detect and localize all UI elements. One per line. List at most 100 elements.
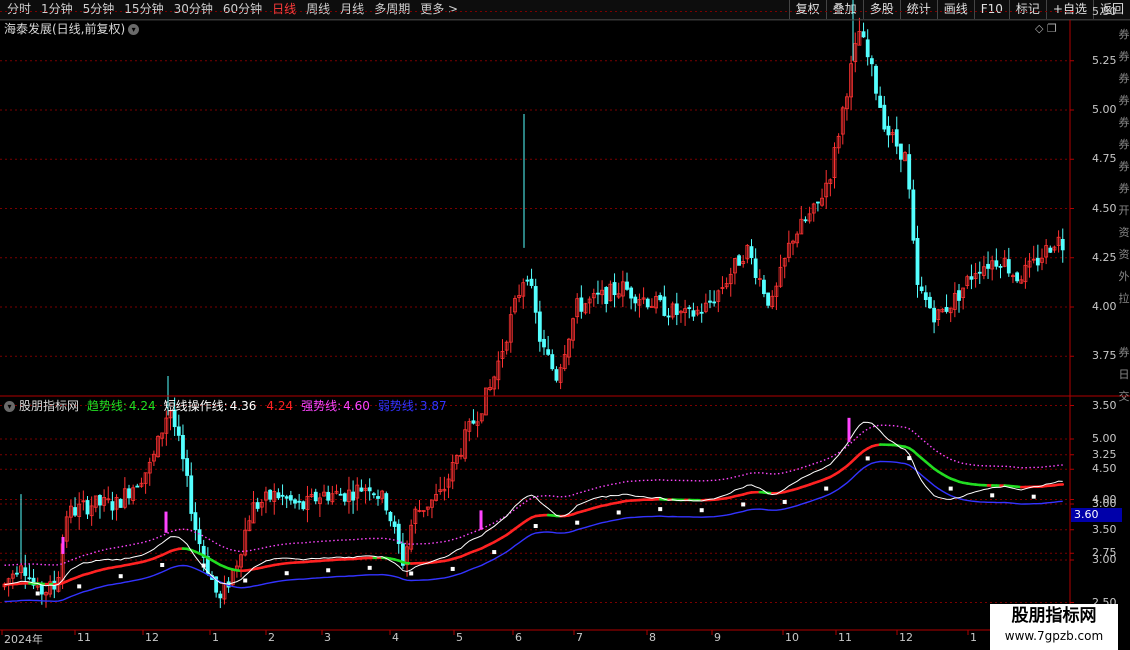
period-tab[interactable]: 分时 [2,0,36,19]
trend-line-segment [600,503,608,508]
trend-line-segment [140,559,147,564]
trend-line-segment [77,573,85,578]
candle-up [251,502,256,524]
candle-up [442,488,447,492]
period-tab[interactable]: 周线 [301,0,335,19]
diamond-icon[interactable]: ◇ [1035,22,1043,35]
signal-marker [533,524,538,529]
sidebar-tab[interactable]: 外 [1118,270,1130,284]
chart-canvas[interactable] [0,0,1130,650]
candle-down [193,512,198,531]
candle-up [243,529,248,556]
toolbar-button[interactable]: 叠加 [825,0,863,19]
sidebar-tab[interactable]: 券 [1118,50,1130,64]
sidebar-tab[interactable]: 开 [1118,204,1130,218]
sidebar-tab[interactable]: 资 [1118,248,1130,262]
period-tab[interactable]: 多周期 [369,0,415,19]
candle-up [446,478,451,488]
legend-value: 4.36 [229,399,257,413]
period-tab[interactable]: 5分钟 [78,0,120,19]
trend-line-segment [434,560,442,564]
toolbar-button[interactable]: 画线 [936,0,974,19]
trend-line-segment [484,542,492,548]
sidebar-tab[interactable]: 券 [1118,72,1130,86]
trend-line-segment [223,565,230,570]
trend-line-segment [131,561,139,566]
x-axis-label: 3 [324,631,331,644]
legend-item: 强势线: 4.60 [301,399,374,413]
candle-down [85,500,90,515]
sidebar-tab[interactable]: 资 [1118,226,1130,240]
candle-up [459,454,463,457]
candle-down [878,95,883,108]
indicator-lines [3,421,1065,603]
period-tab[interactable]: 30分钟 [169,0,218,19]
trend-line-segment [467,550,475,555]
candle-up [2,583,7,588]
candle-down [666,315,671,318]
trend-line-segment [741,491,749,496]
sidebar-tab[interactable]: 券 [1118,346,1130,360]
candle-down [749,246,754,259]
candle-down [214,576,219,593]
sidebar-tab[interactable]: 券 [1118,160,1130,174]
candle-up [106,498,111,501]
toolbar-button[interactable]: F10 [973,0,1009,19]
sidebar-tab[interactable]: 券 [1118,138,1130,152]
trend-line-segment [455,555,463,560]
trend-line-segment [949,477,957,482]
candle-up [600,289,604,296]
period-tab[interactable]: 更多 > [415,0,463,19]
candle-down [932,307,936,323]
candle-up [77,503,82,517]
window-icon[interactable]: ❐ [1047,22,1057,35]
candle-down [957,290,961,301]
chevron-down-icon[interactable]: ▾ [4,401,15,412]
sidebar-tab[interactable]: 券 [1118,94,1130,108]
candle-down [911,189,916,241]
candle-down [388,511,393,522]
trend-line-segment [90,569,98,574]
candle-up [467,421,472,432]
trend-line-segment [928,463,936,471]
chevron-down-icon[interactable]: ▾ [128,24,140,35]
sidebar-tab[interactable]: 拉 [1118,292,1130,306]
period-tab[interactable]: 日线 [267,0,301,19]
sidebar-tab[interactable]: 券 [1118,182,1130,196]
candle-down [351,491,356,501]
legend-value: 4.60 [343,399,370,413]
candle-down [662,296,667,316]
sidebar-tab[interactable]: 日 [1118,368,1130,382]
candle-up [807,213,812,222]
signal-marker [118,574,123,579]
candle-up [160,432,165,439]
candle-up [479,413,484,422]
period-tab[interactable]: 1分钟 [36,0,78,19]
toolbar-button[interactable]: 标记 [1008,0,1046,19]
candle-down [816,201,820,204]
candle-down [874,65,878,94]
signal-marker [367,565,372,570]
signal-marker [492,550,497,555]
candle-down [969,276,974,280]
trend-line-segment [903,445,911,450]
toolbar-button[interactable]: 多股 [862,0,900,19]
sidebar-tab[interactable]: 交 [1118,390,1130,404]
period-tab[interactable]: 15分钟 [119,0,168,19]
trend-line-segment [189,548,197,554]
sidebar-tab[interactable]: 券 [1118,116,1130,130]
candle-down [284,496,289,499]
candle-up [488,387,492,391]
toolbar-button[interactable]: 统计 [899,0,937,19]
trend-line-segment [571,511,579,516]
period-tab[interactable]: 60分钟 [218,0,267,19]
trend-line-segment [115,564,122,569]
candle-down [550,354,555,370]
toolbar-button[interactable]: +自选 [1045,0,1093,19]
candle-up [786,242,791,258]
trend-line-segment [920,456,928,464]
period-tab[interactable]: 月线 [335,0,369,19]
sidebar-tab[interactable]: 券 [1118,28,1130,42]
candle-up [19,565,24,574]
toolbar-button[interactable]: 复权 [788,0,826,19]
